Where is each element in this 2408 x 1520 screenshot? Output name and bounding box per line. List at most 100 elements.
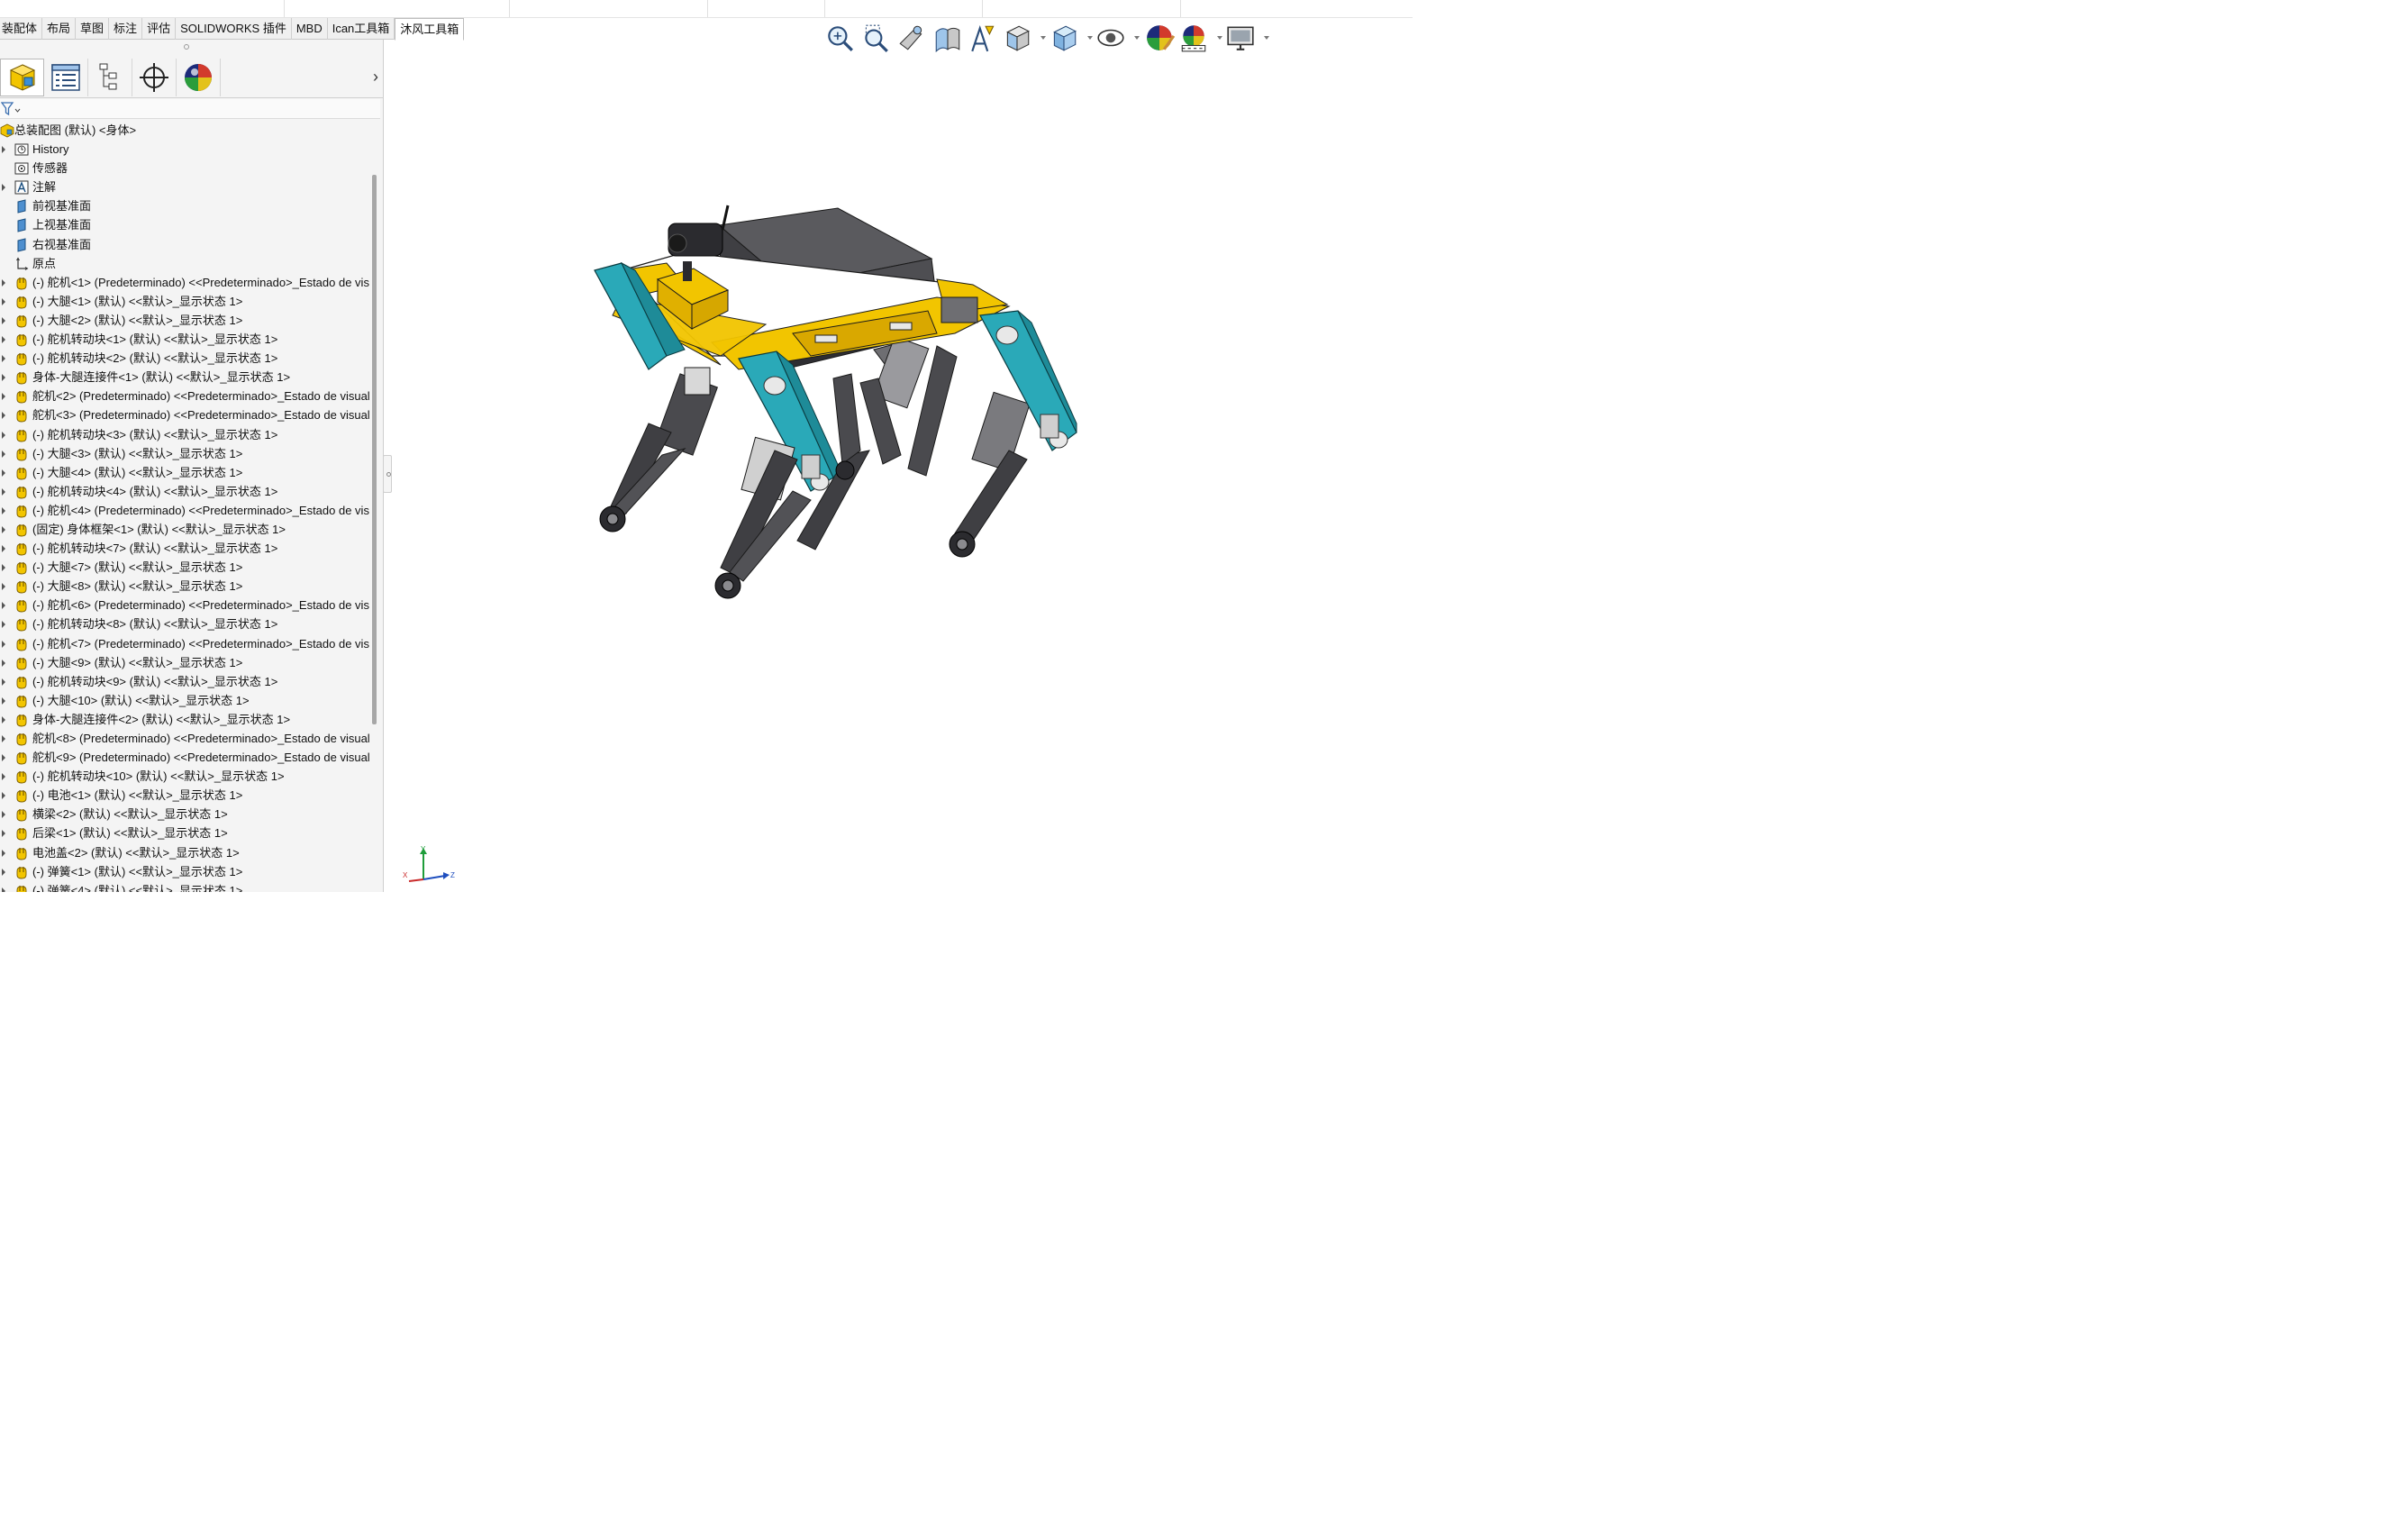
tab-evaluate[interactable]: 评估 bbox=[142, 18, 177, 40]
tab-solidworks-addins[interactable]: SOLIDWORKS 插件 bbox=[176, 18, 292, 40]
tree-item[interactable]: 身体-大腿连接件<1> (默认) <<默认>_显示状态 1> bbox=[0, 368, 369, 387]
tree-item[interactable]: (-) 舵机<7> (Predeterminado) <<Predetermin… bbox=[0, 634, 369, 653]
expand-arrow-icon[interactable] bbox=[2, 412, 5, 420]
tree-item[interactable]: 横梁<2> (默认) <<默认>_显示状态 1> bbox=[0, 805, 369, 824]
expand-arrow-icon[interactable] bbox=[2, 316, 5, 324]
tab-sketch[interactable]: 草图 bbox=[76, 18, 110, 40]
tree-item[interactable]: (-) 大腿<9> (默认) <<默认>_显示状态 1> bbox=[0, 653, 369, 672]
tree-item[interactable]: (-) 大腿<4> (默认) <<默认>_显示状态 1> bbox=[0, 463, 369, 482]
panel-splitter-handle[interactable] bbox=[383, 455, 392, 493]
expand-arrow-icon[interactable] bbox=[2, 583, 5, 591]
tree-item[interactable]: (-) 舵机转动块<9> (默认) <<默认>_显示状态 1> bbox=[0, 672, 369, 691]
tree-item[interactable]: 舵机<2> (Predeterminado) <<Predeterminado>… bbox=[0, 387, 369, 405]
tab-markup[interactable]: 标注 bbox=[109, 18, 143, 40]
tree-item[interactable]: (-) 电池<1> (默认) <<默认>_显示状态 1> bbox=[0, 786, 369, 805]
tree-item[interactable]: 身体-大腿连接件<2> (默认) <<默认>_显示状态 1> bbox=[0, 710, 369, 729]
tree-item[interactable]: (-) 弹簧<1> (默认) <<默认>_显示状态 1> bbox=[0, 862, 369, 881]
edit-appearance-button[interactable] bbox=[1142, 20, 1178, 56]
display-style-button[interactable] bbox=[1049, 20, 1095, 56]
panel-tabs-more-chevron-icon[interactable]: › bbox=[373, 68, 378, 86]
tree-item[interactable]: (-) 舵机转动块<1> (默认) <<默认>_显示状态 1> bbox=[0, 330, 369, 349]
expand-arrow-icon[interactable] bbox=[2, 830, 5, 838]
expand-arrow-icon[interactable] bbox=[2, 506, 5, 514]
tree-item[interactable]: (-) 大腿<2> (默认) <<默认>_显示状态 1> bbox=[0, 311, 369, 330]
expand-arrow-icon[interactable] bbox=[2, 621, 5, 629]
expand-arrow-icon[interactable] bbox=[2, 887, 5, 892]
expand-arrow-icon[interactable] bbox=[2, 525, 5, 533]
expand-arrow-icon[interactable] bbox=[2, 602, 5, 610]
expand-arrow-icon[interactable] bbox=[2, 355, 5, 363]
tree-filter-bar[interactable] bbox=[0, 99, 380, 119]
propertymanager-tab[interactable] bbox=[44, 59, 88, 96]
expand-arrow-icon[interactable] bbox=[2, 450, 5, 458]
expand-arrow-icon[interactable] bbox=[2, 640, 5, 648]
rear-right-leg[interactable] bbox=[796, 335, 1031, 558]
tree-item[interactable]: (-) 大腿<8> (默认) <<默认>_显示状态 1> bbox=[0, 577, 369, 596]
dynamic-annotation-views-button[interactable] bbox=[966, 20, 1002, 56]
graphics-area[interactable] bbox=[393, 56, 1413, 892]
tree-item[interactable]: 传感器 bbox=[0, 159, 369, 177]
expand-arrow-icon[interactable] bbox=[2, 659, 5, 667]
tree-item[interactable]: 前视基准面 bbox=[0, 196, 369, 215]
tree-item[interactable]: (-) 大腿<10> (默认) <<默认>_显示状态 1> bbox=[0, 691, 369, 710]
expand-arrow-icon[interactable] bbox=[2, 336, 5, 344]
tree-item[interactable]: 注解 bbox=[0, 177, 369, 196]
tree-item[interactable]: History bbox=[0, 140, 369, 159]
expand-arrow-icon[interactable] bbox=[2, 374, 5, 382]
tab-mufeng-toolbox[interactable]: 沐风工具箱 bbox=[395, 18, 465, 41]
dropdown-caret-icon[interactable] bbox=[1217, 36, 1222, 40]
expand-arrow-icon[interactable] bbox=[2, 184, 5, 192]
tree-item[interactable]: (-) 弹簧<4> (默认) <<默认>_显示状态 1> bbox=[0, 881, 369, 892]
expand-arrow-icon[interactable] bbox=[2, 754, 5, 762]
section-view-button[interactable] bbox=[930, 20, 966, 56]
expand-arrow-icon[interactable] bbox=[2, 811, 5, 819]
expand-arrow-icon[interactable] bbox=[2, 715, 5, 724]
expand-arrow-icon[interactable] bbox=[2, 393, 5, 401]
tab-ican-toolbox[interactable]: Ican工具箱 bbox=[328, 18, 395, 40]
tree-item[interactable]: 上视基准面 bbox=[0, 215, 369, 234]
tree-item[interactable]: (-) 大腿<3> (默认) <<默认>_显示状态 1> bbox=[0, 444, 369, 463]
featuremanager-tab[interactable] bbox=[0, 59, 44, 96]
expand-arrow-icon[interactable] bbox=[2, 735, 5, 742]
expand-arrow-icon[interactable] bbox=[2, 297, 5, 305]
tree-item[interactable]: (-) 大腿<7> (默认) <<默认>_显示状态 1> bbox=[0, 558, 369, 577]
expand-arrow-icon[interactable] bbox=[2, 696, 5, 705]
tab-mbd[interactable]: MBD bbox=[292, 18, 328, 40]
tree-item[interactable]: 舵机<3> (Predeterminado) <<Predeterminado>… bbox=[0, 405, 369, 424]
expand-arrow-icon[interactable] bbox=[2, 487, 5, 496]
expand-arrow-icon[interactable] bbox=[2, 678, 5, 686]
tree-item[interactable]: (-) 舵机转动块<10> (默认) <<默认>_显示状态 1> bbox=[0, 767, 369, 786]
previous-view-button[interactable] bbox=[894, 20, 930, 56]
configurationmanager-tab[interactable] bbox=[88, 59, 132, 96]
tree-item[interactable]: 右视基准面 bbox=[0, 235, 369, 254]
expand-arrow-icon[interactable] bbox=[2, 278, 5, 287]
dropdown-caret-icon[interactable] bbox=[1134, 36, 1140, 40]
expand-arrow-icon[interactable] bbox=[2, 146, 5, 154]
expand-arrow-icon[interactable] bbox=[2, 868, 5, 876]
zoom-to-fit-button[interactable] bbox=[822, 20, 858, 56]
tree-item[interactable]: (-) 舵机转动块<2> (默认) <<默认>_显示状态 1> bbox=[0, 349, 369, 368]
tree-item[interactable]: 电池盖<2> (默认) <<默认>_显示状态 1> bbox=[0, 843, 369, 862]
expand-arrow-icon[interactable] bbox=[2, 849, 5, 857]
dropdown-caret-icon[interactable] bbox=[1040, 36, 1046, 40]
robot-dog-model[interactable] bbox=[594, 205, 1077, 599]
zoom-to-area-button[interactable] bbox=[858, 20, 894, 56]
tree-item[interactable]: 原点 bbox=[0, 254, 369, 273]
tab-assembly[interactable]: 装配体 bbox=[0, 18, 43, 40]
dimxpert-tab[interactable] bbox=[132, 59, 177, 96]
tree-item[interactable]: (-) 舵机转动块<3> (默认) <<默认>_显示状态 1> bbox=[0, 425, 369, 444]
tree-item[interactable]: (-) 舵机<4> (Predeterminado) <<Predetermin… bbox=[0, 501, 369, 520]
tree-item[interactable]: (-) 大腿<1> (默认) <<默认>_显示状态 1> bbox=[0, 292, 369, 311]
tree-item[interactable]: 后梁<1> (默认) <<默认>_显示状态 1> bbox=[0, 824, 369, 842]
expand-arrow-icon[interactable] bbox=[2, 469, 5, 477]
tree-root-assembly[interactable]: 总装配图 (默认) <身体> bbox=[0, 121, 369, 140]
filter-icon[interactable] bbox=[1, 102, 21, 116]
tree-scrollbar-thumb[interactable] bbox=[372, 175, 377, 724]
expand-arrow-icon[interactable] bbox=[2, 564, 5, 572]
tree-item[interactable]: (-) 舵机转动块<4> (默认) <<默认>_显示状态 1> bbox=[0, 482, 369, 501]
panel-grip-dot[interactable] bbox=[184, 44, 189, 50]
tree-item[interactable]: (-) 舵机转动块<7> (默认) <<默认>_显示状态 1> bbox=[0, 539, 369, 558]
tab-layout[interactable]: 布局 bbox=[42, 18, 77, 40]
expand-arrow-icon[interactable] bbox=[2, 773, 5, 781]
display-manager-tab[interactable] bbox=[177, 59, 221, 96]
